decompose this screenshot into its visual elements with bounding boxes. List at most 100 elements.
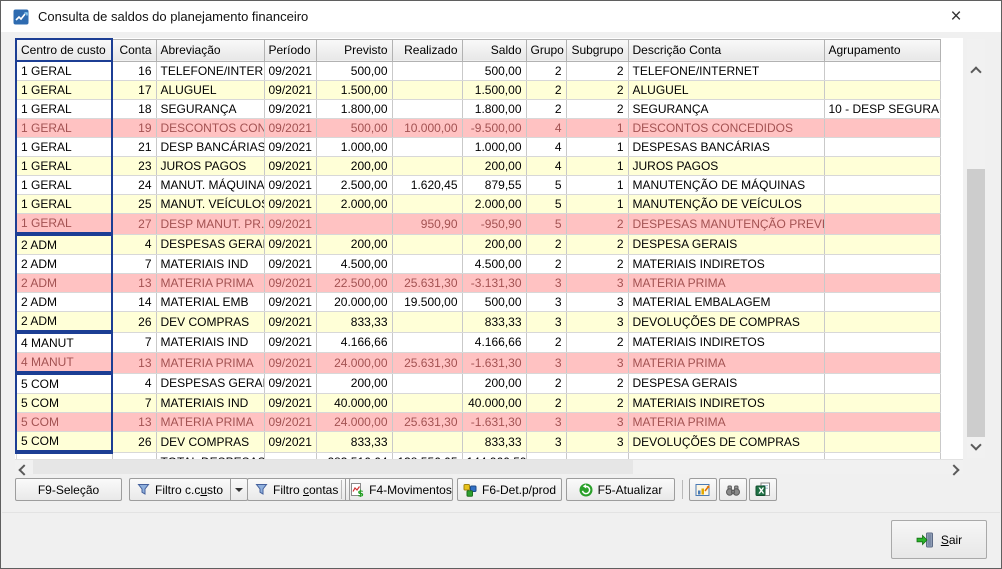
- column-header-subgrupo[interactable]: Subgrupo: [566, 39, 628, 61]
- grid-cell-previsto[interactable]: [316, 214, 392, 235]
- grid-cell-periodo[interactable]: 09/2021: [264, 353, 316, 374]
- grid-cell-periodo[interactable]: 09/2021: [264, 413, 316, 432]
- grid-cell-subgrupo[interactable]: 2: [566, 61, 628, 81]
- column-header-conta[interactable]: Conta: [112, 39, 156, 61]
- grid-cell-abreviacao[interactable]: DESP MANUT. PR.: [156, 214, 264, 235]
- grid-cell-centro[interactable]: 2 ADM: [16, 274, 112, 293]
- grid-cell-descricao[interactable]: MANUTENÇÃO DE MÁQUINAS: [628, 176, 824, 195]
- grid-cell-agrupamento[interactable]: [824, 394, 940, 413]
- grid-cell-subgrupo[interactable]: 2: [566, 214, 628, 235]
- grid-cell-realizado[interactable]: 19.500,00: [392, 293, 462, 312]
- grid-cell-descricao[interactable]: MATERIAL EMBALAGEM: [628, 293, 824, 312]
- grid-cell-grupo[interactable]: 2: [526, 81, 566, 100]
- grid-cell-centro[interactable]: 1 GERAL: [16, 138, 112, 157]
- grid-cell-agrupamento[interactable]: [824, 81, 940, 100]
- filtro-contas-main[interactable]: Filtro contas: [247, 478, 345, 501]
- grid-cell-agrupamento[interactable]: [824, 255, 940, 274]
- grid-cell-grupo[interactable]: 2: [526, 100, 566, 119]
- grid-cell-saldo[interactable]: 500,00: [462, 293, 526, 312]
- grid-cell-periodo[interactable]: 09/2021: [264, 195, 316, 214]
- grid-cell-conta[interactable]: 13: [112, 413, 156, 432]
- grid-cell-periodo[interactable]: 09/2021: [264, 312, 316, 333]
- table-row[interactable]: 4 MANUT7MATERIAIS IND09/20214.166,664.16…: [16, 332, 940, 353]
- grid-cell-descricao[interactable]: MATERIA PRIMA: [628, 413, 824, 432]
- grid-cell-periodo[interactable]: 09/2021: [264, 81, 316, 100]
- grid-cell-realizado[interactable]: 950,90: [392, 214, 462, 235]
- grid-cell-conta[interactable]: 23: [112, 157, 156, 176]
- grid-cell-saldo[interactable]: 200,00: [462, 234, 526, 255]
- grid-cell-conta[interactable]: 4: [112, 234, 156, 255]
- vertical-scrollbar-thumb[interactable]: [967, 169, 985, 437]
- scroll-down-button[interactable]: [972, 438, 980, 452]
- grid-cell-grupo[interactable]: 4: [526, 119, 566, 138]
- grid-cell-abreviacao[interactable]: JUROS PAGOS: [156, 157, 264, 176]
- grid-cell-grupo[interactable]: 3: [526, 274, 566, 293]
- grid-cell-centro[interactable]: 4 MANUT: [16, 353, 112, 374]
- grid-cell-abreviacao[interactable]: DESCONTOS CONCE: [156, 119, 264, 138]
- grid-cell-previsto[interactable]: 24.000,00: [316, 353, 392, 374]
- grid-cell-abreviacao[interactable]: MATERIA PRIMA: [156, 353, 264, 374]
- grid-cell-agrupamento[interactable]: [824, 157, 940, 176]
- grid-cell-abreviacao[interactable]: MANUT. MÁQUINAS: [156, 176, 264, 195]
- grid-cell-realizado[interactable]: [392, 61, 462, 81]
- grid-cell-previsto[interactable]: 833,33: [316, 312, 392, 333]
- grid-cell-subgrupo[interactable]: 2: [566, 81, 628, 100]
- grid-cell-periodo[interactable]: 09/2021: [264, 274, 316, 293]
- grid-cell-subgrupo[interactable]: 2: [566, 255, 628, 274]
- grid-cell-grupo[interactable]: 3: [526, 432, 566, 453]
- grid-cell-conta[interactable]: 26: [112, 312, 156, 333]
- scroll-up-button[interactable]: [972, 65, 980, 79]
- grid-cell-previsto[interactable]: 200,00: [316, 373, 392, 394]
- table-row[interactable]: 2 ADM4DESPESAS GERAIS09/2021200,00200,00…: [16, 234, 940, 255]
- grid-cell-periodo[interactable]: 09/2021: [264, 332, 316, 353]
- grid-cell-grupo[interactable]: 2: [526, 61, 566, 81]
- grid-cell-saldo[interactable]: -9.500,00: [462, 119, 526, 138]
- grid-cell-agrupamento[interactable]: [824, 61, 940, 81]
- grid-cell-agrupamento[interactable]: [824, 293, 940, 312]
- grid-cell-centro[interactable]: 1 GERAL: [16, 157, 112, 176]
- table-row[interactable]: 1 GERAL19DESCONTOS CONCE09/2021500,0010.…: [16, 119, 940, 138]
- grid-cell-abreviacao[interactable]: DESP BANCÁRIAS: [156, 138, 264, 157]
- grid-cell-descricao[interactable]: MATERIAIS INDIRETOS: [628, 394, 824, 413]
- grid-cell-centro[interactable]: 4 MANUT: [16, 332, 112, 353]
- column-header-abreviacao[interactable]: Abreviação: [156, 39, 264, 61]
- grid-cell-subgrupo[interactable]: 3: [566, 432, 628, 453]
- grid-cell-agrupamento[interactable]: [824, 413, 940, 432]
- grid-cell-previsto[interactable]: 4.166,66: [316, 332, 392, 353]
- grid-cell-previsto[interactable]: 20.000,00: [316, 293, 392, 312]
- grid-cell-agrupamento[interactable]: 10 - DESP SEGURAN: [824, 100, 940, 119]
- grid-cell-realizado[interactable]: [392, 394, 462, 413]
- grid-cell-agrupamento[interactable]: [824, 312, 940, 333]
- table-row[interactable]: 5 COM13MATERIA PRIMA09/202124.000,0025.6…: [16, 413, 940, 432]
- grid-cell-abreviacao[interactable]: MATERIAIS IND: [156, 255, 264, 274]
- grid-cell-conta[interactable]: 18: [112, 100, 156, 119]
- table-row[interactable]: 5 COM7MATERIAIS IND09/202140.000,0040.00…: [16, 394, 940, 413]
- table-row[interactable]: 1 GERAL18SEGURANÇA09/20211.800,001.800,0…: [16, 100, 940, 119]
- grid-cell-periodo[interactable]: 09/2021: [264, 119, 316, 138]
- grid-cell-periodo[interactable]: 09/2021: [264, 373, 316, 394]
- grid-cell-descricao[interactable]: TELEFONE/INTERNET: [628, 61, 824, 81]
- scroll-right-button[interactable]: [950, 463, 958, 477]
- column-header-periodo[interactable]: Período: [264, 39, 316, 61]
- grid-cell-subgrupo[interactable]: 1: [566, 138, 628, 157]
- table-row[interactable]: 2 ADM26DEV COMPRAS09/2021833,33833,3333D…: [16, 312, 940, 333]
- grid-cell-abreviacao[interactable]: DEV COMPRAS: [156, 432, 264, 453]
- grid-cell-agrupamento[interactable]: [824, 353, 940, 374]
- grid-cell-periodo[interactable]: 09/2021: [264, 138, 316, 157]
- grid-cell-conta[interactable]: 19: [112, 119, 156, 138]
- table-row[interactable]: 2 ADM13MATERIA PRIMA09/202122.500,0025.6…: [16, 274, 940, 293]
- grid-cell-subgrupo[interactable]: 1: [566, 176, 628, 195]
- grid-cell-saldo[interactable]: 833,33: [462, 312, 526, 333]
- grid-cell-periodo[interactable]: 09/2021: [264, 432, 316, 453]
- grid-cell-saldo[interactable]: -950,90: [462, 214, 526, 235]
- grid-cell-grupo[interactable]: 2: [526, 394, 566, 413]
- grid-cell-agrupamento[interactable]: [824, 138, 940, 157]
- table-row[interactable]: 1 GERAL16TELEFONE/INTERN09/2021500,00500…: [16, 61, 940, 81]
- grid-cell-saldo[interactable]: 40.000,00: [462, 394, 526, 413]
- grid-cell-agrupamento[interactable]: [824, 234, 940, 255]
- grid-cell-centro[interactable]: 5 COM: [16, 373, 112, 394]
- grid-cell-subgrupo[interactable]: 3: [566, 274, 628, 293]
- table-row[interactable]: 2 ADM7MATERIAIS IND09/20214.500,004.500,…: [16, 255, 940, 274]
- grid-cell-previsto[interactable]: 500,00: [316, 61, 392, 81]
- grid-cell-previsto[interactable]: 500,00: [316, 119, 392, 138]
